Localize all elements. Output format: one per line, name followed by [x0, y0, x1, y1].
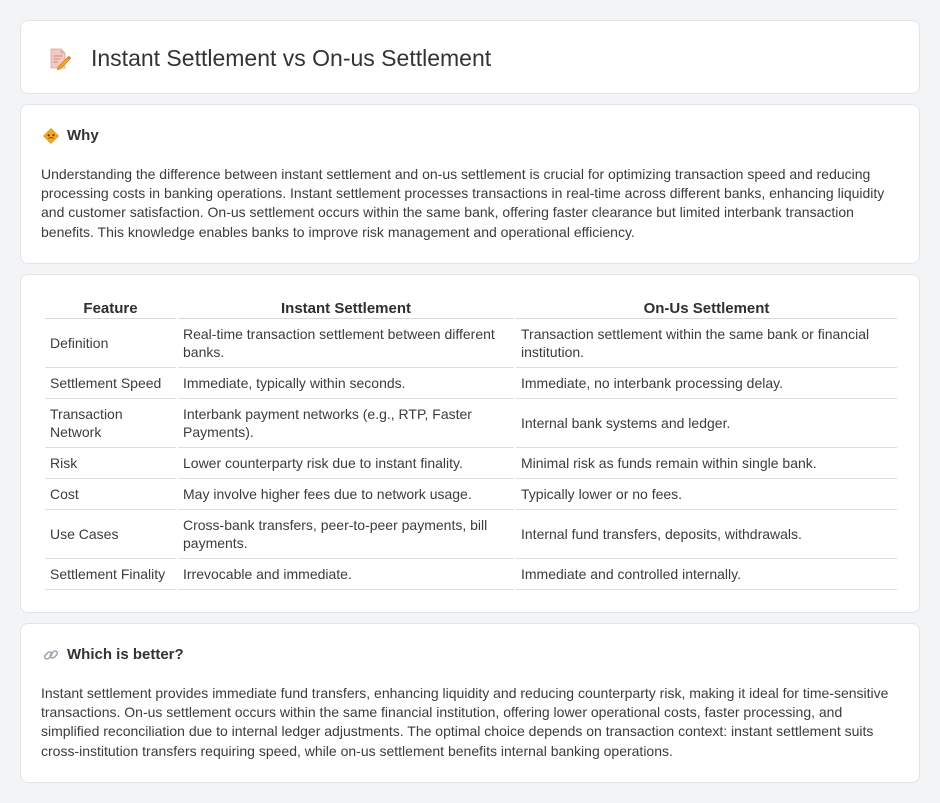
why-heading: Why	[43, 127, 99, 144]
onus-cell: Immediate, no interbank processing delay…	[516, 368, 897, 399]
onus-cell: Internal bank systems and ledger.	[516, 399, 897, 448]
table-row: Definition Real-time transaction settlem…	[45, 319, 897, 368]
feature-cell: Cost	[45, 479, 176, 510]
title-row: Instant Settlement vs On-us Settlement	[47, 45, 491, 72]
link-icon	[43, 649, 59, 660]
instant-cell: Cross-bank transfers, peer-to-peer payme…	[178, 510, 514, 559]
onus-cell: Internal fund transfers, deposits, withd…	[516, 510, 897, 559]
table-row: Transaction Network Interbank payment ne…	[45, 399, 897, 448]
column-header-instant: Instant Settlement	[178, 297, 514, 319]
onus-cell: Minimal risk as funds remain within sing…	[516, 448, 897, 479]
page-title: Instant Settlement vs On-us Settlement	[91, 45, 492, 71]
table-row: Settlement Speed Immediate, typically wi…	[45, 368, 897, 399]
column-header-onus: On-Us Settlement	[516, 297, 897, 319]
table-row: Risk Lower counterparty risk due to inst…	[45, 448, 897, 479]
instant-cell: Immediate, typically within seconds.	[178, 368, 514, 399]
comparison-table: Feature Instant Settlement On-Us Settlem…	[43, 297, 899, 590]
onus-cell: Immediate and controlled internally.	[516, 559, 897, 590]
feature-cell: Definition	[45, 319, 176, 368]
table-row: Cost May involve higher fees due to netw…	[45, 479, 897, 510]
instant-cell: Lower counterparty risk due to instant f…	[178, 448, 514, 479]
better-title: Which is better?	[67, 646, 184, 663]
feature-cell: Use Cases	[45, 510, 176, 559]
feature-cell: Risk	[45, 448, 176, 479]
table-row: Settlement Finality Irrevocable and imme…	[45, 559, 897, 590]
onus-cell: Transaction settlement within the same b…	[516, 319, 897, 368]
header-card: Instant Settlement vs On-us Settlement	[20, 20, 920, 94]
document-edit-icon	[50, 48, 71, 70]
which-better-section: Which is better? Instant settlement prov…	[20, 623, 920, 783]
why-title: Why	[67, 127, 99, 144]
feature-cell: Settlement Speed	[45, 368, 176, 399]
feature-cell: Transaction Network	[45, 399, 176, 448]
instant-cell: Real-time transaction settlement between…	[178, 319, 514, 368]
why-section: Why Understanding the difference between…	[20, 104, 920, 264]
better-body: Instant settlement provides immediate fu…	[41, 685, 889, 759]
table-header-row: Feature Instant Settlement On-Us Settlem…	[45, 297, 897, 319]
better-heading: Which is better?	[43, 646, 184, 663]
table-row: Use Cases Cross-bank transfers, peer-to-…	[45, 510, 897, 559]
comparison-section: Feature Instant Settlement On-Us Settlem…	[20, 274, 920, 613]
why-body: Understanding the difference between ins…	[41, 166, 885, 240]
diamond-warning-icon	[43, 127, 59, 144]
instant-cell: May involve higher fees due to network u…	[178, 479, 514, 510]
instant-cell: Irrevocable and immediate.	[178, 559, 514, 590]
feature-cell: Settlement Finality	[45, 559, 176, 590]
column-header-feature: Feature	[45, 297, 176, 319]
onus-cell: Typically lower or no fees.	[516, 479, 897, 510]
instant-cell: Interbank payment networks (e.g., RTP, F…	[178, 399, 514, 448]
